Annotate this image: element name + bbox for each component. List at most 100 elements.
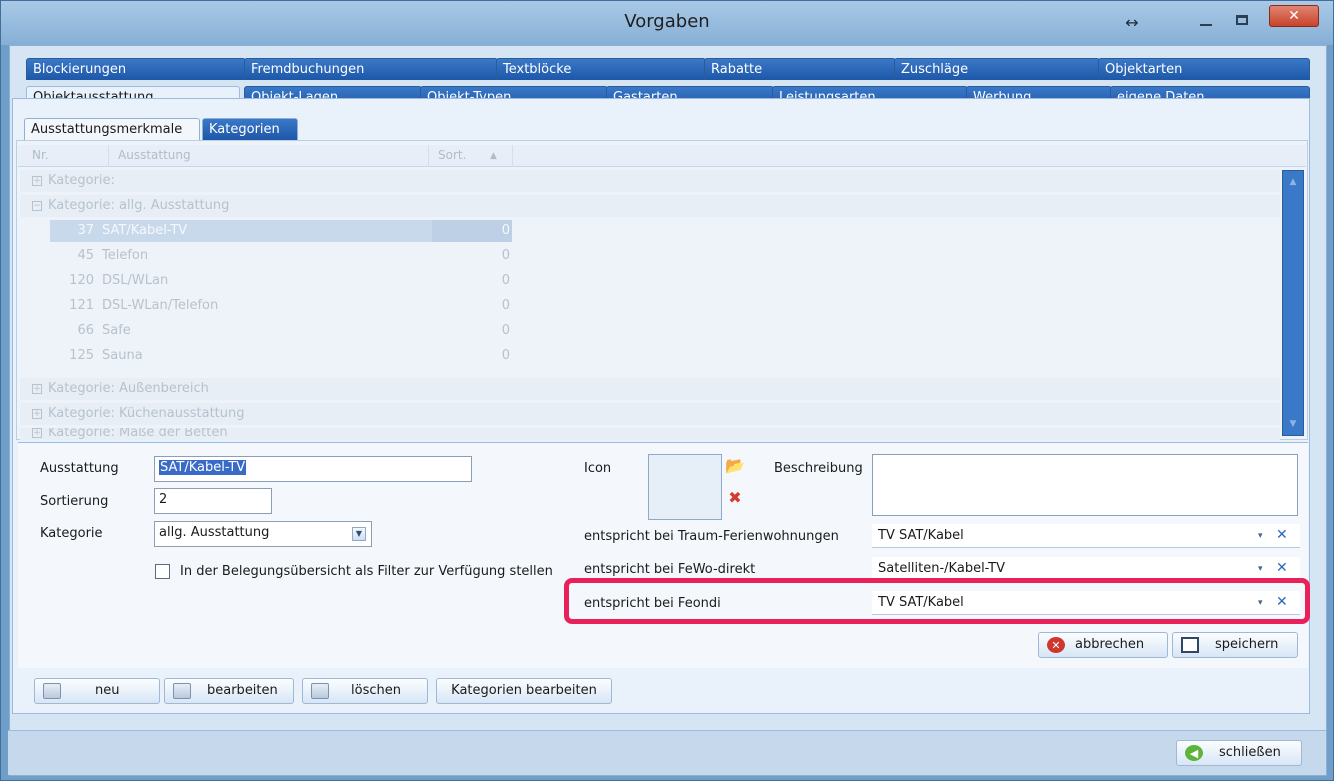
group-row[interactable]: + Kategorie: xyxy=(20,170,1280,192)
collapse-icon[interactable]: − xyxy=(32,200,42,211)
column-separator xyxy=(428,145,429,167)
tab-blockierungen[interactable]: Blockierungen xyxy=(26,58,246,80)
group-row[interactable]: + Kategorie: Außenbereich xyxy=(20,378,1280,400)
scroll-down-icon[interactable]: ▼ xyxy=(1283,419,1303,429)
filter-checkbox-label: In der Belegungsübersicht als Filter zur… xyxy=(180,564,553,579)
group-label: Kategorie: Küchenausstattung xyxy=(48,406,245,421)
edit-record-icon xyxy=(173,683,191,699)
feondi-dropdown-icon[interactable]: ▾ xyxy=(1258,598,1263,608)
grid-scrollbar[interactable]: ▲ ▼ xyxy=(1282,170,1304,436)
traum-select[interactable]: TV SAT/Kabel xyxy=(872,524,1300,548)
delete-icon[interactable]: ✖ xyxy=(724,487,746,509)
schliessen-button[interactable]: ◀ schließen xyxy=(1176,740,1302,766)
column-ausstattung[interactable]: Ausstattung xyxy=(118,148,191,162)
minimize-icon xyxy=(1200,24,1212,26)
feondi-clear-icon[interactable]: ✕ xyxy=(1276,594,1288,610)
maximize-button[interactable] xyxy=(1227,7,1257,33)
group-row[interactable]: − Kategorie: allg. Ausstattung xyxy=(20,195,1280,217)
minimize-button[interactable] xyxy=(1191,7,1221,33)
cell-sort: 0 xyxy=(501,223,510,238)
table-row[interactable]: 37 SAT/Kabel-TV 0 xyxy=(20,220,1280,242)
loeschen-button[interactable]: löschen xyxy=(302,678,428,704)
table-row[interactable]: 120 DSL/WLan 0 xyxy=(20,270,1280,292)
fewo-clear-icon[interactable]: ✕ xyxy=(1276,560,1288,576)
sortierung-input[interactable]: 2 xyxy=(154,488,272,514)
tab-rabatte[interactable]: Rabatte xyxy=(704,58,896,80)
table-row[interactable]: 125 Sauna 0 xyxy=(20,345,1280,367)
expand-icon[interactable]: + xyxy=(32,428,42,438)
cell-sort: 0 xyxy=(501,273,510,288)
icon-preview xyxy=(648,454,722,520)
folder-open-icon[interactable]: 📂 xyxy=(724,455,746,477)
ausstattung-input[interactable]: SAT/Kabel-TV xyxy=(154,456,472,482)
cell-nr: 120 xyxy=(69,273,94,288)
new-record-icon xyxy=(43,683,61,699)
cell-ausstattung: Telefon xyxy=(102,248,149,263)
resize-icon[interactable]: ↔ xyxy=(1119,9,1145,35)
traum-clear-icon[interactable]: ✕ xyxy=(1276,527,1288,543)
kategorie-value: allg. Ausstattung xyxy=(159,525,270,540)
cell-ausstattung: DSL/WLan xyxy=(102,273,169,288)
cancel-icon: ✕ xyxy=(1047,637,1065,653)
table-row[interactable]: 45 Telefon 0 xyxy=(20,245,1280,267)
sort-ascending-icon: ▲ xyxy=(490,151,497,161)
column-sort[interactable]: Sort. xyxy=(438,148,466,162)
scroll-up-icon[interactable]: ▲ xyxy=(1283,177,1303,187)
subtab-ausstattungsmerkmale[interactable]: Ausstattungsmerkmale xyxy=(24,118,200,140)
schliessen-label: schließen xyxy=(1219,745,1281,760)
kategorie-dropdown-icon[interactable]: ▼ xyxy=(352,527,366,541)
abbrechen-label: abbrechen xyxy=(1075,637,1145,652)
cell-sort: 0 xyxy=(501,298,510,313)
expand-icon[interactable]: + xyxy=(32,408,42,419)
fewo-label: entspricht bei FeWo-direkt xyxy=(584,562,756,577)
cell-sort: 0 xyxy=(501,348,510,363)
speichern-button[interactable]: speichern xyxy=(1172,632,1298,658)
bearbeiten-button[interactable]: bearbeiten xyxy=(164,678,294,704)
group-row[interactable]: + Kategorie: Maße der Betten xyxy=(20,428,1280,440)
sortierung-label: Sortierung xyxy=(40,494,109,509)
cell-nr: 121 xyxy=(69,298,94,313)
tab-row-1: Blockierungen Fremdbuchungen Textblöcke … xyxy=(12,58,1310,80)
expand-icon[interactable]: + xyxy=(32,383,42,394)
neu-button[interactable]: neu xyxy=(34,678,160,704)
footer-bar xyxy=(8,730,1326,775)
feondi-label: entspricht bei Feondi xyxy=(584,596,721,611)
filter-checkbox[interactable] xyxy=(155,564,170,579)
tab-objektarten[interactable]: Objektarten xyxy=(1098,58,1310,80)
table-row[interactable]: 121 DSL-WLan/Telefon 0 xyxy=(20,295,1280,317)
expand-icon[interactable]: + xyxy=(32,175,42,186)
abbrechen-button[interactable]: ✕ abbrechen xyxy=(1038,632,1168,658)
group-label: Kategorie: xyxy=(48,173,115,188)
neu-label: neu xyxy=(95,683,120,698)
ausstattung-label: Ausstattung xyxy=(40,461,119,476)
fewo-dropdown-icon[interactable]: ▾ xyxy=(1258,564,1263,574)
grid-header: Nr. Ausstattung Sort. ▲ xyxy=(18,145,1306,167)
cell-nr: 66 xyxy=(77,323,94,338)
save-icon xyxy=(1181,637,1199,653)
close-window-button[interactable]: ✕ xyxy=(1269,5,1319,27)
title-bar: Vorgaben ↔ ✕ xyxy=(1,1,1333,45)
group-row[interactable]: + Kategorie: Küchenausstattung xyxy=(20,403,1280,425)
cell-nr: 125 xyxy=(69,348,94,363)
traum-dropdown-icon[interactable]: ▾ xyxy=(1258,531,1263,541)
tab-textbloecke[interactable]: Textblöcke xyxy=(496,58,706,80)
cell-ausstattung: Sauna xyxy=(102,348,143,363)
subtab-kategorien[interactable]: Kategorien xyxy=(202,118,298,140)
kategorie-select[interactable]: allg. Ausstattung xyxy=(154,521,372,547)
cell-ausstattung: DSL-WLan/Telefon xyxy=(102,298,219,313)
column-separator xyxy=(108,145,109,167)
close-arrow-icon: ◀ xyxy=(1185,745,1203,761)
maximize-icon xyxy=(1236,15,1248,25)
group-label: Kategorie: Maße der Betten xyxy=(48,428,228,440)
kategorien-bearbeiten-button[interactable]: Kategorien bearbeiten xyxy=(436,678,612,704)
column-nr[interactable]: Nr. xyxy=(32,148,49,162)
tab-zuschlaege[interactable]: Zuschläge xyxy=(894,58,1100,80)
beschreibung-label: Beschreibung xyxy=(774,461,863,476)
tab-fremdbuchungen[interactable]: Fremdbuchungen xyxy=(244,58,498,80)
feondi-select[interactable]: TV SAT/Kabel xyxy=(872,591,1300,615)
beschreibung-textarea[interactable] xyxy=(872,454,1298,516)
group-label: Kategorie: Außenbereich xyxy=(48,381,209,396)
table-row[interactable]: 66 Safe 0 xyxy=(20,320,1280,342)
cell-ausstattung: SAT/Kabel-TV xyxy=(102,223,188,238)
cell-nr: 45 xyxy=(77,248,94,263)
